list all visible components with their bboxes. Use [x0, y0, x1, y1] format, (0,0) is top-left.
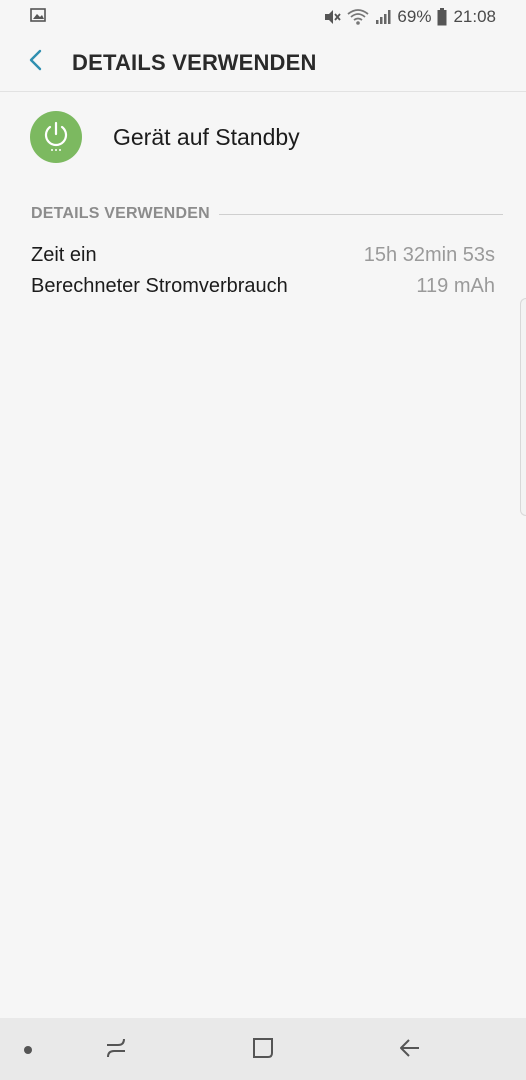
status-right: 69% 21:08	[323, 7, 496, 27]
detail-row-power-usage: Berechneter Stromverbrauch 119 mAh	[31, 271, 495, 301]
nav-dot-indicator	[24, 1046, 32, 1054]
status-left	[30, 7, 46, 27]
edge-panel-handle[interactable]	[520, 298, 526, 516]
power-icon	[30, 111, 82, 163]
home-icon	[251, 1036, 275, 1065]
page-title: DETAILS VERWENDEN	[72, 49, 317, 75]
app-bar: DETAILS VERWENDEN	[0, 34, 526, 92]
mute-icon	[323, 8, 342, 26]
detail-value: 15h 32min 53s	[363, 243, 495, 266]
navigation-bar	[0, 1018, 526, 1080]
section-title: DETAILS VERWENDEN	[31, 205, 210, 222]
chevron-left-icon	[27, 49, 43, 76]
recent-apps-button[interactable]	[96, 1034, 136, 1066]
status-bar: 69% 21:08	[0, 0, 526, 34]
app-row: Gerät auf Standby	[0, 104, 526, 170]
back-button[interactable]	[0, 34, 72, 92]
screen: 69% 21:08 DETAILS VERWENDEN Gerät auf St…	[0, 0, 526, 1080]
detail-row-time-on: Zeit ein 15h 32min 53s	[31, 240, 495, 270]
app-name: Gerät auf Standby	[113, 123, 300, 150]
back-arrow-icon	[398, 1037, 422, 1064]
back-nav-button[interactable]	[390, 1034, 430, 1066]
detail-label: Zeit ein	[31, 243, 97, 266]
status-clock: 21:08	[453, 7, 496, 26]
section-header: DETAILS VERWENDEN	[31, 203, 503, 225]
detail-value: 119 mAh	[416, 274, 495, 297]
battery-icon	[437, 8, 447, 26]
wifi-icon	[347, 8, 369, 26]
signal-icon	[375, 9, 391, 25]
image-icon	[30, 7, 46, 27]
home-button[interactable]	[243, 1034, 283, 1066]
recent-apps-icon	[104, 1037, 128, 1064]
battery-percent: 69%	[397, 7, 432, 26]
section-divider	[218, 213, 503, 215]
detail-label: Berechneter Stromverbrauch	[31, 274, 288, 297]
